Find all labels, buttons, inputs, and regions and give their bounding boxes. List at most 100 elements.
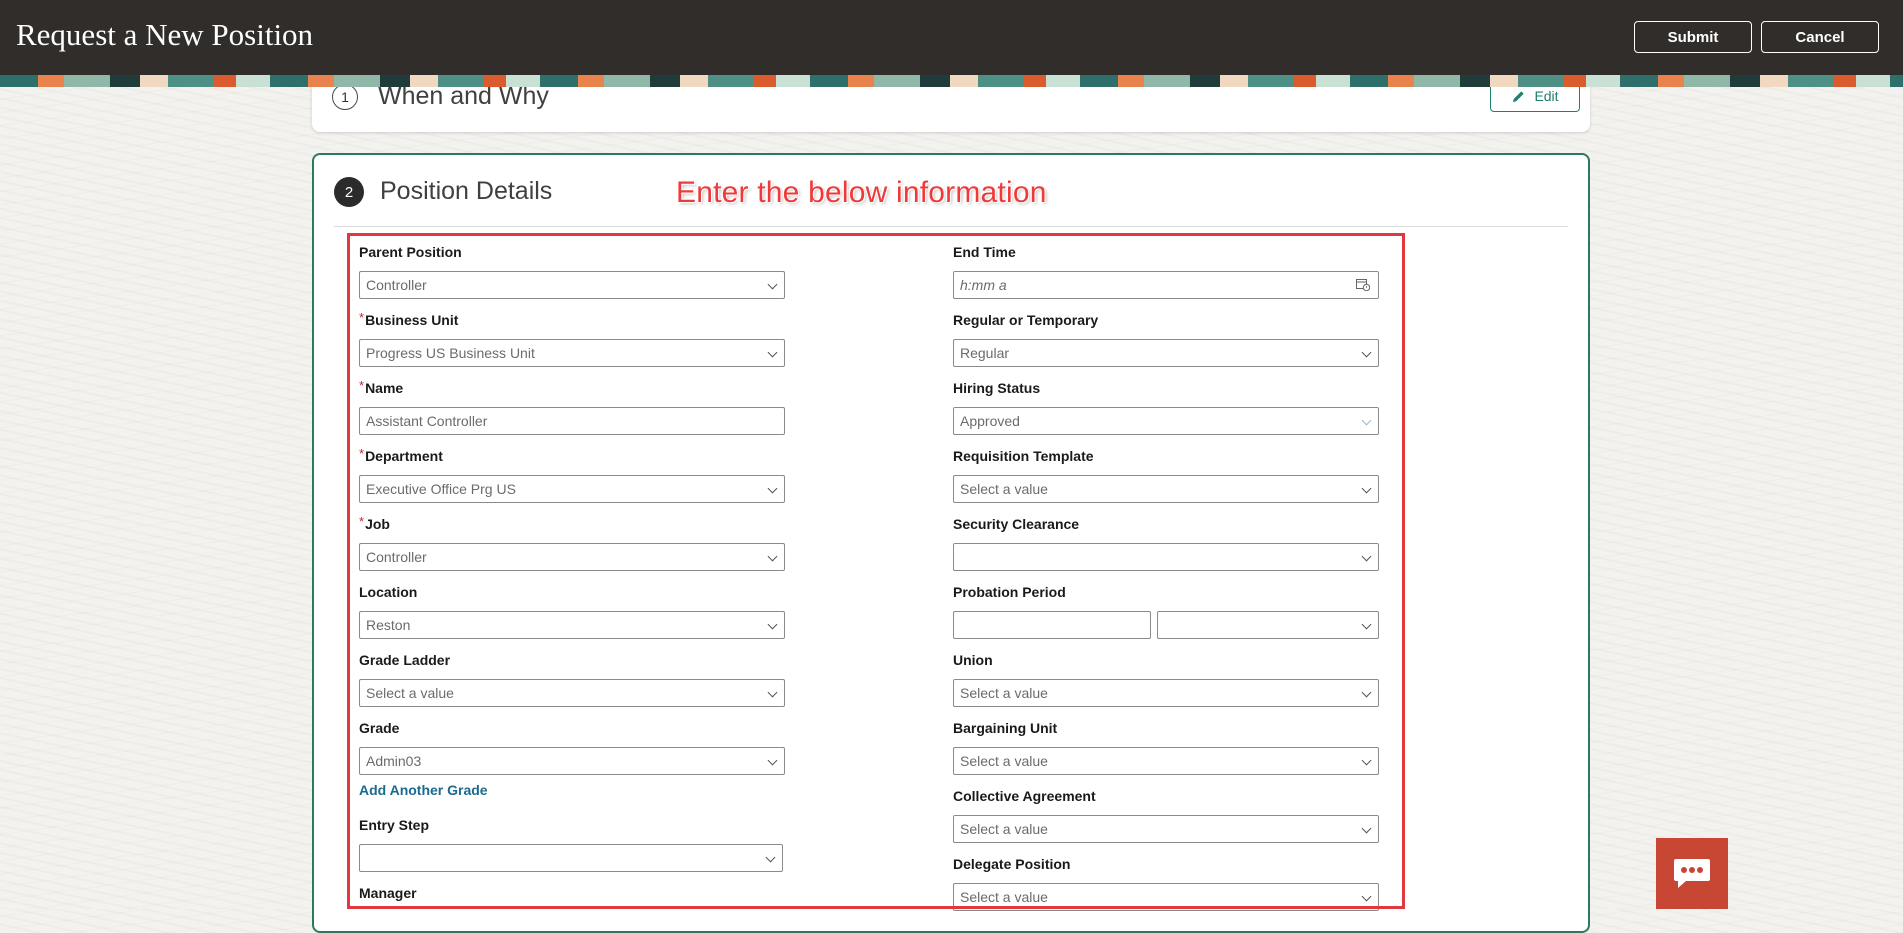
pencil-icon <box>1513 90 1525 102</box>
manager-field: Manager <box>359 884 785 902</box>
field-label: Requisition Template <box>953 448 1094 464</box>
select-value: Select a value <box>960 753 1048 769</box>
select-value: Progress US Business Unit <box>366 345 535 361</box>
required-asterisk: * <box>359 310 365 325</box>
end-time-field: End Time h:mm a <box>953 243 1379 299</box>
label-text: Name <box>365 380 404 396</box>
job-field: *Job Controller <box>359 514 785 571</box>
chevron-down-icon <box>765 852 776 863</box>
select-value: Select a value <box>960 481 1048 497</box>
regular-or-temporary-field: Regular or Temporary Regular <box>953 311 1379 367</box>
label-text: Business Unit <box>365 312 459 328</box>
security-clearance-select[interactable] <box>953 543 1379 571</box>
select-value: Select a value <box>366 685 454 701</box>
grade-ladder-field: Grade Ladder Select a value <box>359 651 785 707</box>
page-title: Request a New Position <box>16 17 314 52</box>
calendar-clock-icon[interactable] <box>1356 278 1370 291</box>
field-label: Probation Period <box>953 584 1066 600</box>
business-unit-field: *Business Unit Progress US Business Unit <box>359 310 785 367</box>
select-value: Approved <box>960 413 1020 429</box>
end-time-input[interactable]: h:mm a <box>953 271 1379 299</box>
regular-or-temporary-select[interactable]: Regular <box>953 339 1379 367</box>
field-label: End Time <box>953 244 1016 260</box>
collective-agreement-select[interactable]: Select a value <box>953 815 1379 843</box>
department-select[interactable]: Executive Office Prg US <box>359 475 785 503</box>
chevron-down-icon <box>1361 619 1372 630</box>
field-label: *Job <box>359 514 785 533</box>
chevron-down-icon <box>767 755 778 766</box>
field-label: Entry Step <box>359 817 430 833</box>
required-asterisk: * <box>359 514 365 529</box>
select-value: Select a value <box>960 685 1048 701</box>
field-label: Union <box>953 652 993 668</box>
chevron-down-icon <box>767 551 778 562</box>
label-text: Job <box>365 516 390 532</box>
field-label: Hiring Status <box>953 380 1041 396</box>
page-header: Request a New Position Submit Cancel <box>0 0 1903 75</box>
grade-field: Grade Admin03 <box>359 719 785 775</box>
collective-agreement-field: Collective Agreement Select a value <box>953 787 1379 843</box>
chevron-down-icon <box>767 619 778 630</box>
job-select[interactable]: Controller <box>359 543 785 571</box>
requisition-template-select[interactable]: Select a value <box>953 475 1379 503</box>
step-number-badge: 2 <box>334 177 364 207</box>
chevron-down-icon <box>1361 755 1372 766</box>
chevron-down-icon <box>1361 687 1372 698</box>
cancel-button[interactable]: Cancel <box>1761 21 1879 53</box>
step-number-badge: 1 <box>332 84 358 110</box>
chevron-down-icon <box>767 687 778 698</box>
entry-step-field: Entry Step <box>359 816 785 872</box>
label-text: Department <box>365 448 443 464</box>
submit-button[interactable]: Submit <box>1634 21 1752 53</box>
required-asterisk: * <box>359 446 365 461</box>
chevron-down-icon <box>767 279 778 290</box>
section-divider <box>334 226 1568 227</box>
hiring-status-field: Hiring Status Approved <box>953 379 1379 435</box>
chevron-down-icon <box>1361 347 1372 358</box>
chevron-down-icon <box>1361 891 1372 902</box>
select-value: Regular <box>960 345 1010 361</box>
input-placeholder: h:mm a <box>960 277 1007 293</box>
select-value: Admin03 <box>366 753 422 769</box>
edit-label: Edit <box>1534 88 1559 104</box>
bargaining-unit-select[interactable]: Select a value <box>953 747 1379 775</box>
chevron-down-icon <box>767 483 778 494</box>
chat-bubble-icon <box>1674 858 1710 888</box>
location-select[interactable]: Reston <box>359 611 785 639</box>
hiring-status-select[interactable]: Approved <box>953 407 1379 435</box>
union-field: Union Select a value <box>953 651 1379 707</box>
field-label: Parent Position <box>359 244 462 260</box>
field-label: Manager <box>359 885 417 901</box>
select-value: Executive Office Prg US <box>366 481 516 497</box>
name-field: *Name Assistant Controller <box>359 378 785 435</box>
field-label: *Department <box>359 446 785 465</box>
probation-period-input[interactable] <box>953 611 1151 639</box>
tutorial-annotation: Enter the below information <box>676 176 1047 209</box>
parent-position-field: Parent Position Controller <box>359 243 785 299</box>
grade-select[interactable]: Admin03 <box>359 747 785 775</box>
probation-period-inputs <box>953 601 1379 639</box>
business-unit-select[interactable]: Progress US Business Unit <box>359 339 785 367</box>
chevron-down-icon <box>1361 551 1372 562</box>
department-field: *Department Executive Office Prg US <box>359 446 785 503</box>
input-value: Assistant Controller <box>366 413 488 429</box>
select-value: Controller <box>366 549 427 565</box>
field-label: *Name <box>359 378 785 397</box>
chat-button[interactable] <box>1656 838 1728 909</box>
chevron-down-icon <box>1361 823 1372 834</box>
location-field: Location Reston <box>359 583 785 639</box>
decorative-banner <box>0 75 1903 87</box>
step-title: Position Details <box>380 177 553 205</box>
parent-position-select[interactable]: Controller <box>359 271 785 299</box>
union-select[interactable]: Select a value <box>953 679 1379 707</box>
add-another-grade-link[interactable]: Add Another Grade <box>359 782 488 798</box>
probation-unit-select[interactable] <box>1157 611 1379 639</box>
field-label: Security Clearance <box>953 516 1080 532</box>
entry-step-select[interactable] <box>359 844 783 872</box>
select-value: Reston <box>366 617 411 633</box>
field-label: Regular or Temporary <box>953 312 1099 328</box>
name-input[interactable]: Assistant Controller <box>359 407 785 435</box>
delegate-position-select[interactable]: Select a value <box>953 883 1379 911</box>
select-value: Controller <box>366 277 427 293</box>
grade-ladder-select[interactable]: Select a value <box>359 679 785 707</box>
